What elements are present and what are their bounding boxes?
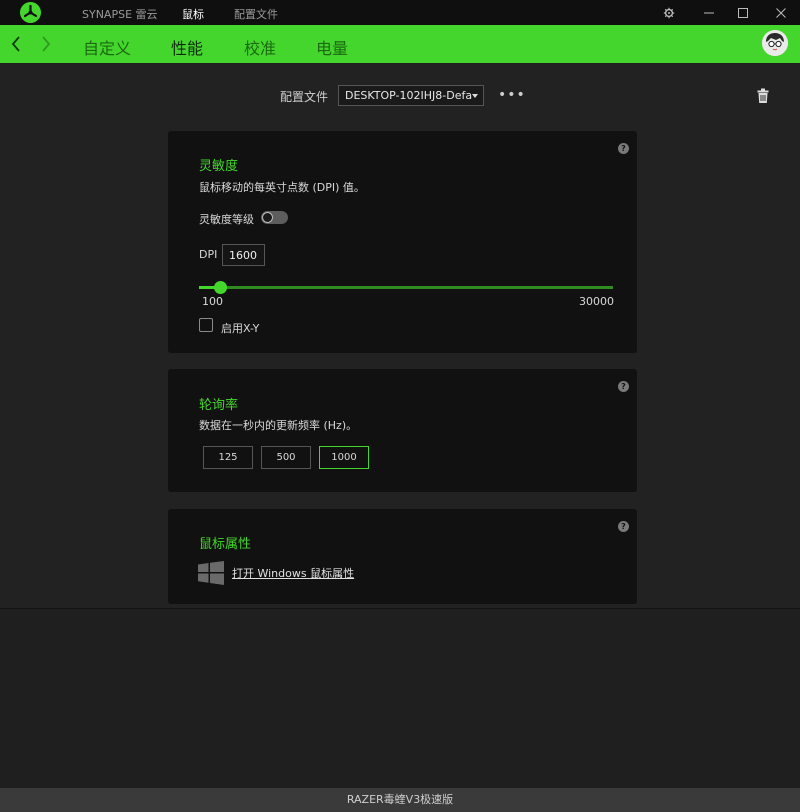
app-name: SYNAPSE 雷云 (82, 8, 158, 21)
close-icon[interactable] (772, 4, 790, 22)
polling-rate-125-button[interactable]: 125 (203, 446, 253, 469)
device-name: RAZER毒蝰V3极速版 (346, 793, 454, 806)
minimize-icon[interactable] (700, 4, 718, 22)
dpi-label: DPI (199, 248, 218, 261)
polling-rate-500-button[interactable]: 500 (261, 446, 311, 469)
sensitivity-description: 鼠标移动的每英寸点数 (DPI) 值。 (199, 181, 365, 194)
section-nav-bar: 自定义 性能 校准 电量 (0, 25, 800, 63)
tab-power[interactable]: 电量 (316, 35, 348, 59)
device-footer: RAZER毒蝰V3极速版 (0, 788, 800, 812)
polling-rate-description: 数据在一秒内的更新频率 (Hz)。 (199, 419, 358, 432)
mouse-properties-title: 鼠标属性 (199, 537, 252, 552)
open-windows-mouse-properties-link[interactable]: 打开 Windows 鼠标属性 (232, 565, 354, 581)
empty-area (0, 609, 800, 788)
tab-profiles[interactable]: 配置文件 (234, 6, 278, 22)
dpi-input-value: 1600 (229, 249, 257, 262)
sensitivity-stages-label: 灵敏度等级 (199, 213, 254, 226)
help-icon[interactable]: ? (618, 521, 629, 532)
help-icon[interactable]: ? (618, 381, 629, 392)
more-options-button[interactable]: ••• (498, 88, 526, 102)
profile-dropdown[interactable]: DESKTOP-102IHJ8-Default (338, 85, 484, 106)
mouse-properties-card: ? 鼠标属性 打开 Windows 鼠标属性 (168, 509, 637, 604)
enable-xy-checkbox[interactable] (199, 318, 213, 332)
maximize-icon[interactable] (734, 4, 752, 22)
toggle-knob (262, 212, 273, 223)
forward-arrow-icon[interactable] (40, 35, 52, 57)
dpi-slider[interactable] (199, 281, 613, 294)
settings-gear-icon[interactable] (660, 4, 678, 22)
back-arrow-icon[interactable] (10, 35, 22, 57)
sensitivity-card: ? 灵敏度 鼠标移动的每英寸点数 (DPI) 值。 灵敏度等级 DPI 1600… (168, 131, 637, 353)
razer-logo-icon (20, 2, 41, 23)
sensitivity-stages-toggle[interactable] (261, 211, 288, 224)
tab-performance[interactable]: 性能 (171, 35, 203, 59)
chevron-down-icon (472, 94, 478, 98)
sensitivity-title: 灵敏度 (199, 159, 239, 174)
delete-profile-trash-icon[interactable] (756, 88, 770, 108)
dpi-slider-min: 100 (202, 295, 223, 308)
polling-rate-card: ? 轮询率 数据在一秒内的更新频率 (Hz)。 125 500 1000 (168, 369, 637, 492)
tab-customize[interactable]: 自定义 (83, 35, 131, 59)
title-bar: SYNAPSE 雷云 鼠标 配置文件 (0, 0, 800, 25)
dpi-slider-thumb[interactable] (213, 281, 227, 294)
enable-xy-label: 启用X-Y (221, 322, 260, 335)
tab-mouse[interactable]: 鼠标 (182, 6, 204, 22)
help-icon[interactable]: ? (618, 143, 629, 154)
dpi-input[interactable]: 1600 (222, 244, 265, 266)
profile-dropdown-value: DESKTOP-102IHJ8-Default (345, 89, 473, 102)
windows-logo-icon (198, 561, 224, 589)
polling-rate-1000-button[interactable]: 1000 (319, 446, 369, 469)
user-avatar[interactable] (762, 30, 788, 56)
tab-calibration[interactable]: 校准 (244, 35, 276, 59)
dpi-slider-max: 30000 (579, 295, 614, 308)
polling-rate-title: 轮询率 (199, 398, 239, 413)
profile-label: 配置文件 (280, 90, 329, 104)
